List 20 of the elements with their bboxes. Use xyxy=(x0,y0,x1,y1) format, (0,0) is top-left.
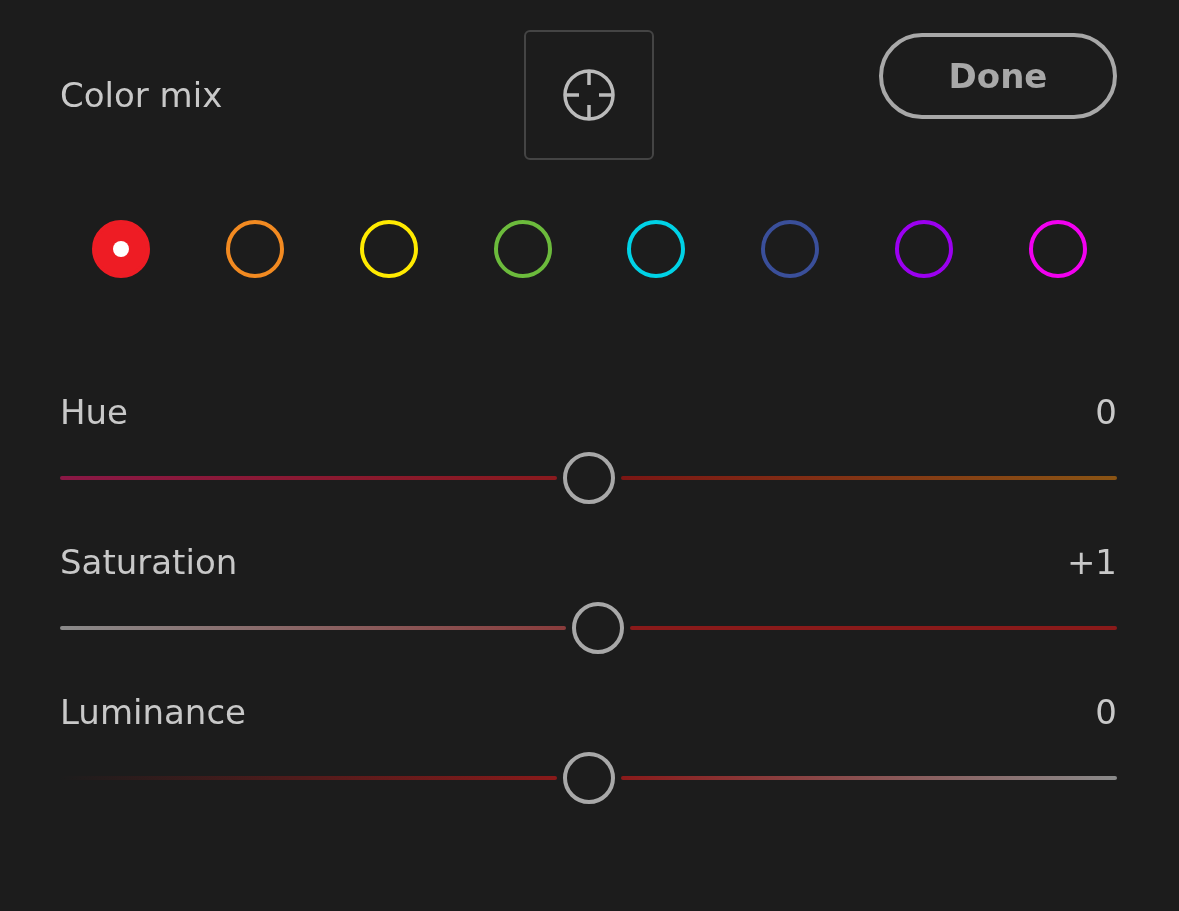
slider-value: +1 xyxy=(1066,541,1117,584)
color-swatch[interactable] xyxy=(895,220,954,278)
slider-thumb[interactable] xyxy=(572,602,625,654)
color-swatch[interactable] xyxy=(92,220,150,278)
color-swatch[interactable] xyxy=(1028,220,1087,278)
slider-label: Luminance xyxy=(60,691,246,734)
slider-label: Saturation xyxy=(60,541,238,584)
panel-title: Color mix xyxy=(60,75,223,115)
crosshair-icon xyxy=(560,67,617,123)
color-swatch[interactable] xyxy=(627,220,686,278)
color-swatch[interactable] xyxy=(225,220,284,278)
slider-label: Hue xyxy=(60,391,129,434)
slider-value: 0 xyxy=(1095,391,1117,434)
done-button[interactable]: Done xyxy=(879,33,1117,119)
color-swatch[interactable] xyxy=(493,220,552,278)
target-adjust-button[interactable] xyxy=(523,30,654,160)
slider-thumb[interactable] xyxy=(562,752,615,804)
color-swatch[interactable] xyxy=(761,220,820,278)
slider-thumb[interactable] xyxy=(562,452,615,504)
slider-value: 0 xyxy=(1095,691,1117,734)
